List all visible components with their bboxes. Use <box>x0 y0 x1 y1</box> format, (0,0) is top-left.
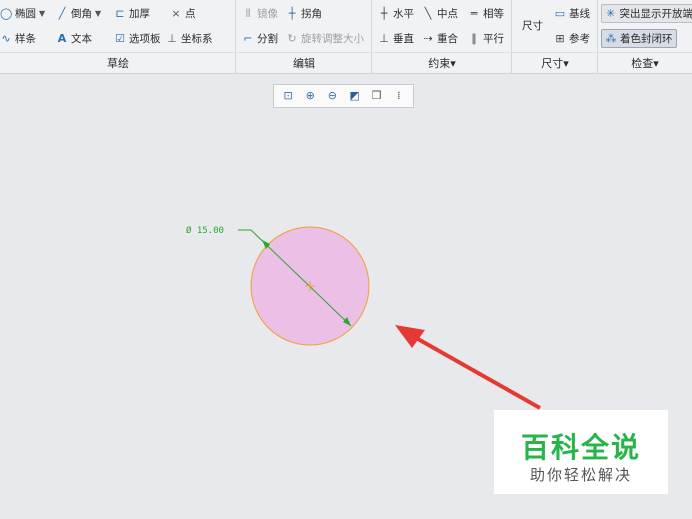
annotation-arrow-line <box>401 328 541 410</box>
watermark-subtitle: 助你轻松解决 <box>529 466 632 484</box>
diameter-dimension-text[interactable]: Ø 15.00 <box>186 225 224 236</box>
watermark-title: 百科全说 <box>520 431 641 464</box>
annotation-arrow-head <box>395 325 425 348</box>
watermark: 百科全说 助你轻松解决 <box>494 410 668 494</box>
